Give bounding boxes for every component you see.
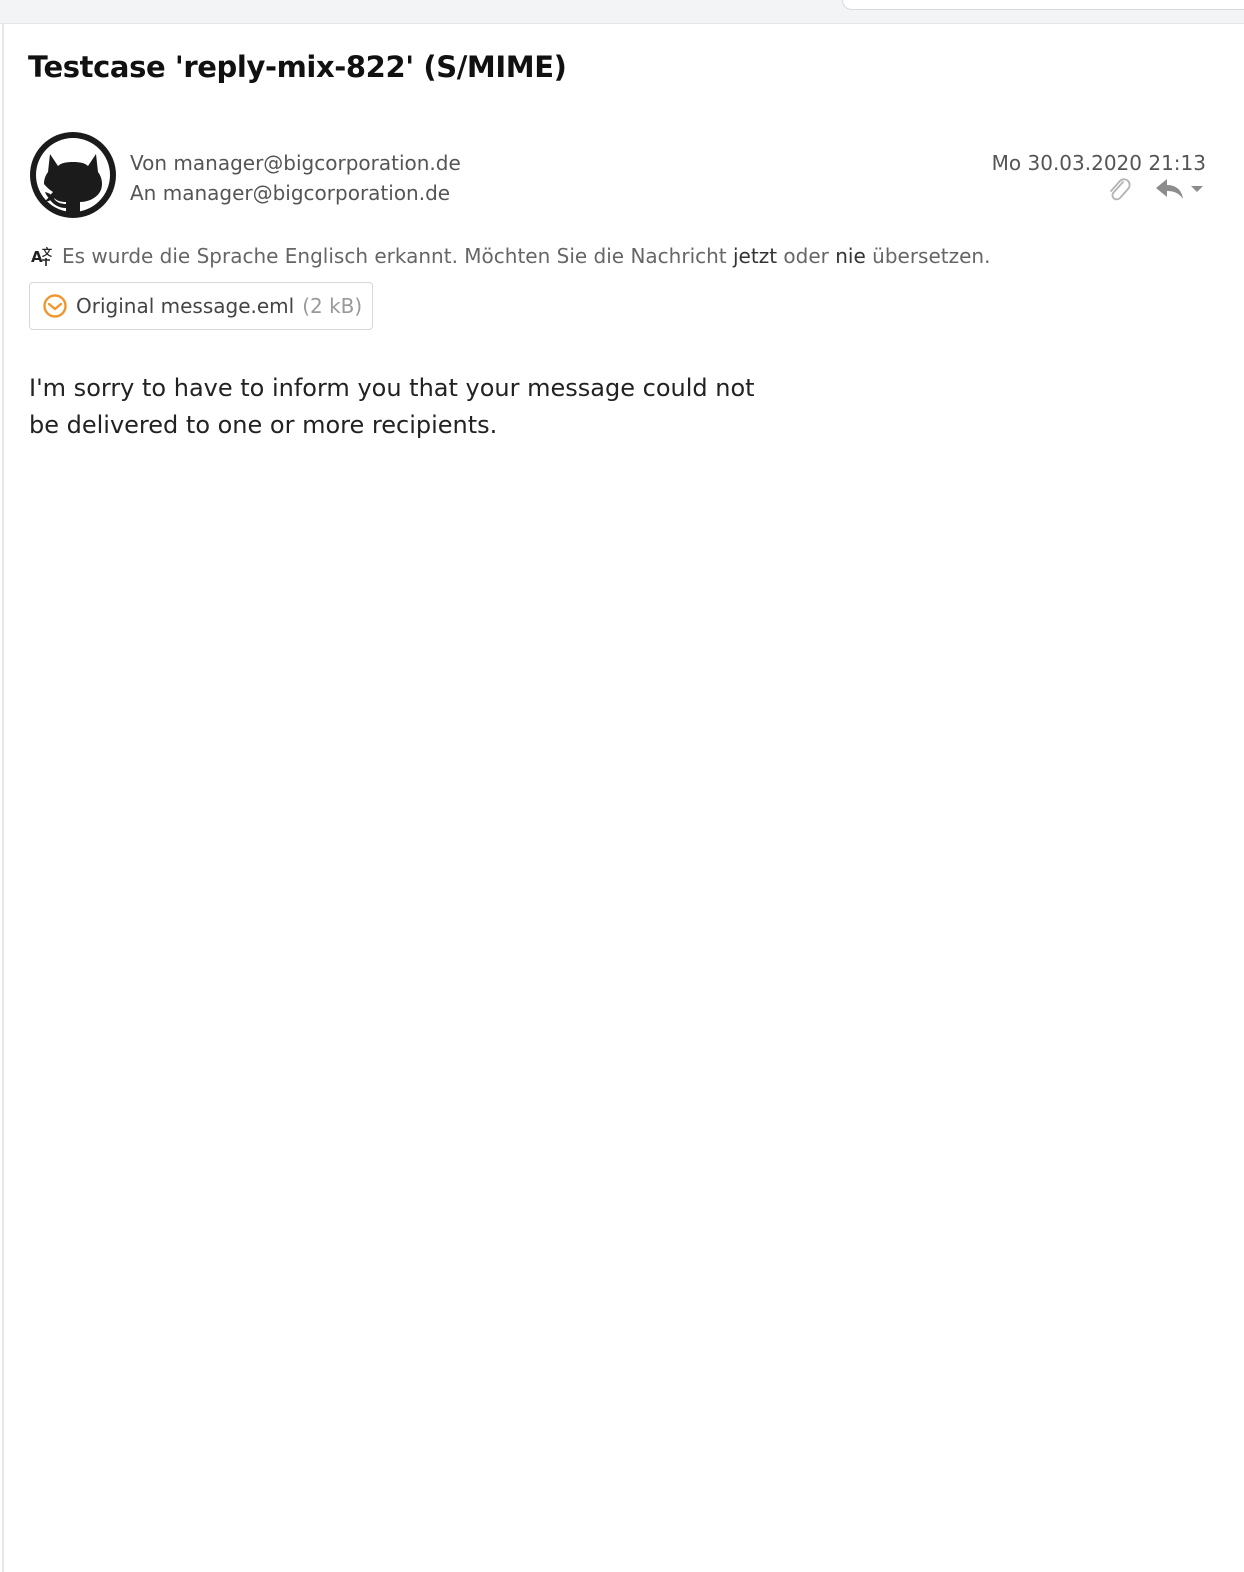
to-address[interactable]: manager@bigcorporation.de [163, 181, 450, 205]
attachment-chip[interactable]: Original message.eml (2 kB) [29, 282, 374, 330]
attachment-size: (2 kB) [302, 294, 363, 318]
sender-recipient-block: Von manager@bigcorporation.de An manager… [130, 148, 461, 208]
top-toolbar [0, 0, 1244, 24]
translate-never-link[interactable]: nie [835, 244, 866, 268]
to-label: An [130, 181, 157, 205]
translation-notice: A 文 Es wurde die Sprache Englisch erkann… [30, 244, 990, 268]
translation-text: Es wurde die Sprache Englisch erkannt. M… [62, 244, 727, 268]
email-file-icon [43, 294, 67, 318]
sender-avatar[interactable] [28, 130, 118, 220]
translate-icon: A 文 [31, 246, 53, 266]
github-octocat-icon [30, 132, 116, 218]
translate-now-link[interactable]: jetzt [733, 244, 777, 268]
translation-text-end: übersetzen. [872, 244, 991, 268]
to-row: An manager@bigcorporation.de [130, 178, 461, 208]
message-actions [1106, 174, 1204, 204]
body-line: I'm sorry to have to inform you that you… [29, 374, 755, 402]
attachment-name: Original message.eml [76, 294, 295, 318]
message-subject: Testcase 'reply-mix-822' (S/MIME) [28, 50, 567, 84]
search-field-edge[interactable] [842, 0, 1244, 10]
from-address[interactable]: manager@bigcorporation.de [173, 151, 460, 175]
from-row: Von manager@bigcorporation.de [130, 148, 461, 178]
body-line: be delivered to one or more recipients. [29, 411, 498, 439]
reply-icon [1156, 179, 1183, 199]
svg-text:文: 文 [42, 246, 53, 259]
translation-text-middle: oder [783, 244, 829, 268]
message-body: I'm sorry to have to inform you that you… [29, 370, 789, 444]
paperclip-icon[interactable] [1106, 175, 1132, 203]
chevron-down-icon[interactable] [1190, 184, 1204, 194]
from-label: Von [130, 151, 168, 175]
reply-button[interactable] [1154, 176, 1204, 202]
